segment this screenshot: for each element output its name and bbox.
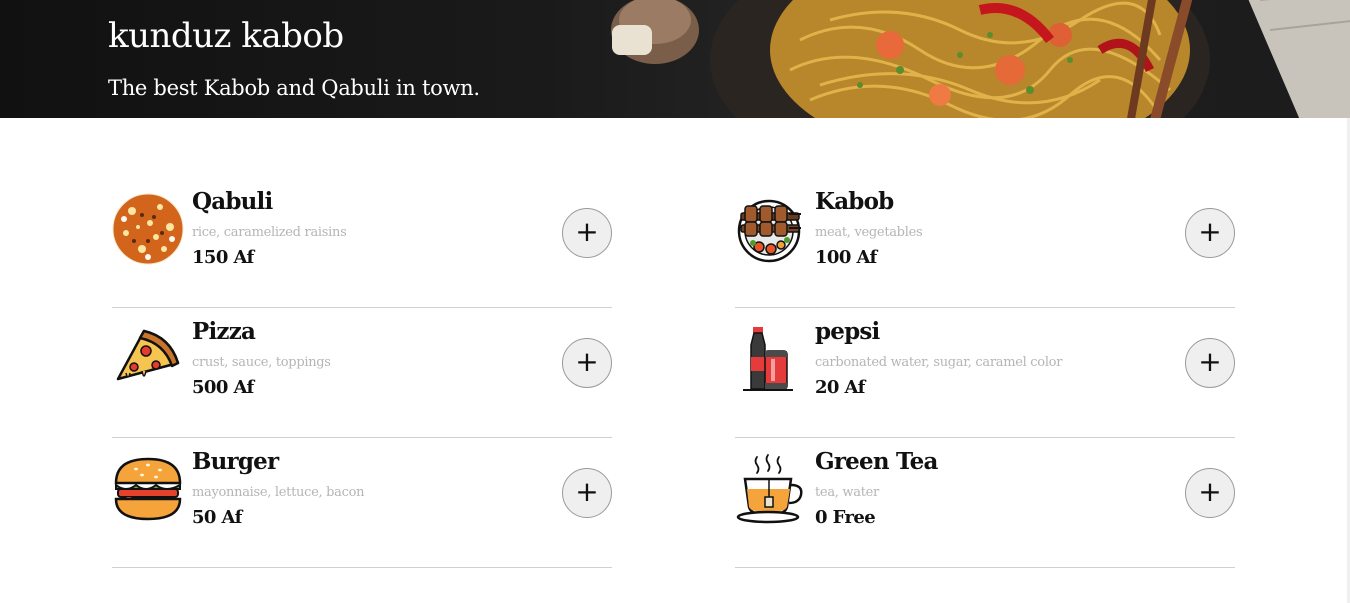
restaurant-tagline: The best Kabob and Qabuli in town. [108,76,480,100]
item-ingredients: crust, sauce, toppings [192,355,331,370]
item-name: Burger [192,448,279,475]
add-qabuli-button[interactable]: + [562,208,612,258]
add-pizza-button[interactable]: + [562,338,612,388]
plus-icon: + [1198,214,1222,248]
plus-icon: + [575,474,599,508]
plus-icon: + [1198,344,1222,378]
item-price: 100 Af [815,247,877,268]
qabuli-icon [112,193,184,265]
menu-item-pizza: Pizza crust, sauce, toppings 500 Af + [112,308,612,438]
burger-icon [112,453,184,525]
food-hero-image [611,0,1350,118]
item-ingredients: tea, water [815,485,879,500]
item-price: 50 Af [192,507,242,528]
item-ingredients: meat, vegetables [815,225,923,240]
item-price: 500 Af [192,377,254,398]
add-kabob-button[interactable]: + [1185,208,1235,258]
plus-icon: + [575,344,599,378]
menu-item-green-tea: Green Tea tea, water 0 Free + [735,438,1235,568]
add-burger-button[interactable]: + [562,468,612,518]
plus-icon: + [575,214,599,248]
menu-item-qabuli: Qabuli rice, caramelized raisins 150 Af … [112,178,612,308]
item-name: Green Tea [815,448,938,475]
item-ingredients: rice, caramelized raisins [192,225,347,240]
item-ingredients: carbonated water, sugar, caramel color [815,355,1063,370]
item-name: pepsi [815,318,880,345]
item-ingredients: mayonnaise, lettuce, bacon [192,485,365,500]
add-green-tea-button[interactable]: + [1185,468,1235,518]
item-price: 20 Af [815,377,865,398]
item-price: 150 Af [192,247,254,268]
add-pepsi-button[interactable]: + [1185,338,1235,388]
item-name: Kabob [815,188,894,215]
green-tea-icon [735,453,807,525]
plus-icon: + [1198,474,1222,508]
kabob-icon [735,193,807,265]
item-name: Qabuli [192,188,273,215]
menu-item-burger: Burger mayonnaise, lettuce, bacon 50 Af … [112,438,612,568]
pizza-icon [112,323,184,395]
pepsi-icon [735,323,807,395]
menu-item-kabob: Kabob meat, vegetables 100 Af + [735,178,1235,308]
menu-item-pepsi: pepsi carbonated water, sugar, caramel c… [735,308,1235,438]
item-name: Pizza [192,318,256,345]
item-price: 0 Free [815,507,876,528]
hero-header: kunduz kabob The best Kabob and Qabuli i… [0,0,1350,118]
restaurant-title: kunduz kabob [108,16,344,56]
